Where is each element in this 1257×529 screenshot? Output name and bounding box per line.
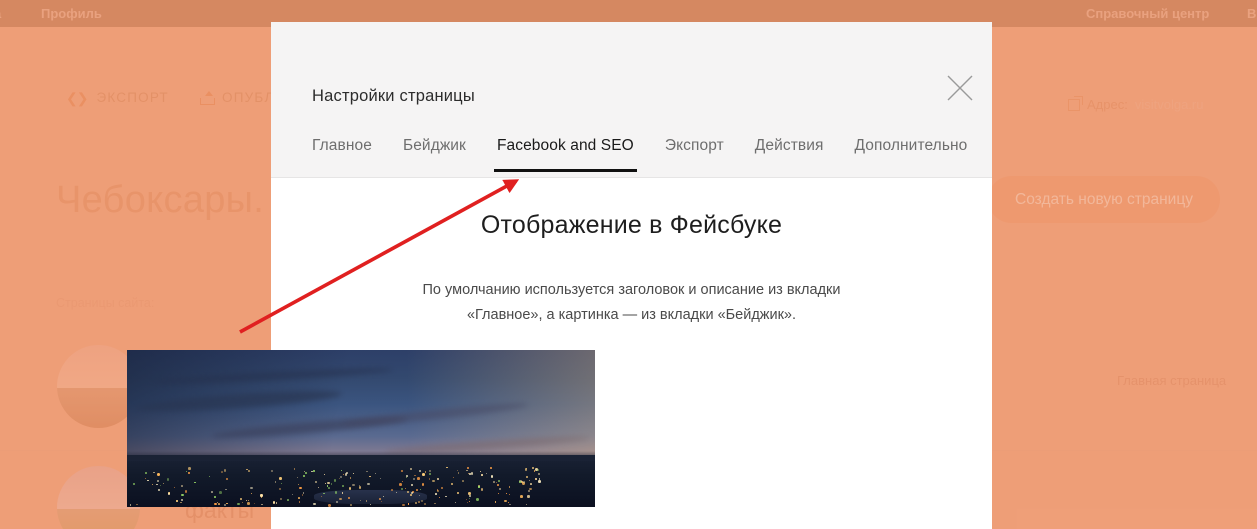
modal-header: Настройки страницы Главное Бейджик Faceb…: [271, 22, 992, 178]
section-description: По умолчанию используется заголовок и оп…: [391, 278, 872, 328]
tab-beydzhik[interactable]: Бейджик: [403, 129, 466, 177]
tab-deystviya[interactable]: Действия: [755, 129, 824, 177]
facebook-preview-image[interactable]: [127, 350, 595, 507]
tab-eksport[interactable]: Экспорт: [665, 129, 724, 177]
section-heading: Отображение в Фейсбуке: [271, 211, 992, 240]
modal-title: Настройки страницы: [312, 85, 475, 107]
tab-glavnoe[interactable]: Главное: [312, 129, 372, 177]
close-icon[interactable]: [939, 67, 981, 109]
screen: a Профиль Справочный центр В ❮❯ ЭКСПОРТ …: [0, 0, 1257, 529]
preview-city-lights: [127, 455, 595, 507]
tab-facebook-and-seo[interactable]: Facebook and SEO: [497, 129, 634, 177]
tab-dopolnitelno[interactable]: Дополнительно: [855, 129, 968, 177]
modal-tab-bar: Главное Бейджик Facebook and SEO Экспорт…: [271, 129, 992, 177]
